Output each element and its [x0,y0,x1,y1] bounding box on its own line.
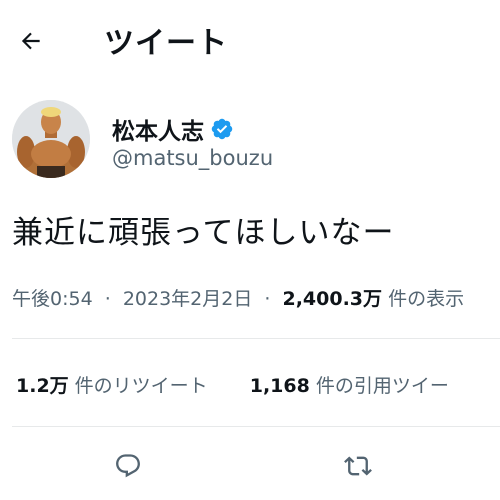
author-name-row: 松本人志 [112,112,234,146]
back-button[interactable] [14,24,48,58]
retweets-label: 件のリツイート [74,375,208,397]
quotes-stat[interactable]: 1,168 件の引用ツイー [250,371,449,398]
author-handle[interactable]: @matsu_bouzu [112,146,273,170]
tweet-date[interactable]: 2023年2月2日 [123,288,253,310]
display-name[interactable]: 松本人志 [112,112,204,146]
views-count: 2,400.3万 [282,288,383,310]
tweet-text: 兼近に頑張ってほしいなー [12,215,395,251]
tweet-author: 松本人志 @matsu_bouzu [12,100,492,180]
verified-badge-icon [211,118,233,140]
meta-separator: · [104,288,111,310]
avatar-figure-image [12,100,90,178]
tweet-actions [0,440,500,490]
reply-bubble-icon [116,454,140,478]
divider [12,338,500,339]
arrow-left-icon [21,32,40,50]
views-label: 件の表示 [388,288,465,310]
top-bar: ツイート [0,0,500,82]
tweet-time[interactable]: 午後0:54 [12,288,93,310]
retweet-icon [344,456,372,476]
tweet-stats: 1.2万 件のリツイート 1,168 件の引用ツイー [16,371,449,398]
tweet-meta: 午後0:54 · 2023年2月2日 · 2,400.3万 件の表示 [12,284,464,311]
quotes-count: 1,168 [249,375,310,397]
page-title: ツイート [104,26,228,61]
avatar[interactable] [12,100,90,178]
divider [12,426,500,427]
quotes-label: 件の引用ツイー [315,375,449,397]
meta-separator: · [264,288,271,310]
retweet-button[interactable] [340,448,376,484]
retweets-stat[interactable]: 1.2万 件のリツイート [16,371,208,398]
reply-button[interactable] [110,448,146,484]
retweets-count: 1.2万 [16,375,69,397]
